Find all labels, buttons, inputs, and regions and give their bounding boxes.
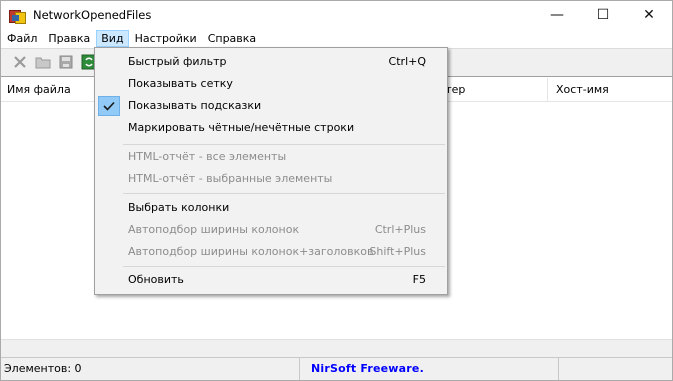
menu-item-autosize-columns-headers[interactable]: Автоподбор ширины колонок+заголовков Shi…	[96, 241, 446, 263]
maximize-icon: ☐	[596, 7, 610, 23]
menu-item-html-report-all[interactable]: HTML-отчёт - все элементы	[96, 146, 446, 168]
minimize-icon: —	[550, 7, 564, 23]
menu-item-choose-columns[interactable]: Выбрать колонки	[96, 197, 446, 219]
menu-file[interactable]: Файл	[2, 30, 42, 47]
minimize-button[interactable]: —	[534, 1, 580, 29]
menu-item-html-report-selected[interactable]: HTML-отчёт - выбранные элементы	[96, 168, 446, 190]
open-folder-icon[interactable]	[35, 54, 51, 70]
window-title: NetworkOpenedFiles	[33, 8, 152, 22]
app-icon	[9, 7, 26, 24]
menu-view[interactable]: Вид	[96, 29, 129, 47]
delete-icon[interactable]	[12, 54, 28, 70]
nirsoft-link[interactable]: NirSoft Freeware. http://www.nirsoft.net	[300, 358, 559, 380]
menu-help[interactable]: Справка	[203, 30, 261, 47]
status-count: Элементов: 0	[1, 358, 300, 380]
menu-item-quick-filter[interactable]: Быстрый фильтр Ctrl+Q	[96, 51, 446, 73]
checkmark-icon	[98, 96, 120, 116]
status-bar: Элементов: 0 NirSoft Freeware. http://ww…	[1, 357, 672, 380]
menu-item-show-tooltips[interactable]: Показывать подсказки	[96, 95, 446, 117]
menu-bar: Файл Правка Вид Настройки Справка	[1, 29, 672, 47]
app-window: NetworkOpenedFiles — ☐ ✕ Файл Правка Вид…	[0, 0, 673, 381]
menu-separator	[123, 144, 445, 145]
close-icon: ✕	[643, 7, 655, 23]
menu-edit[interactable]: Правка	[43, 30, 95, 47]
horizontal-scrollbar[interactable]	[1, 339, 672, 357]
maximize-button[interactable]: ☐	[580, 1, 626, 29]
menu-separator	[123, 266, 445, 267]
close-button[interactable]: ✕	[626, 1, 672, 29]
save-icon[interactable]	[58, 54, 74, 70]
column-header-hostname[interactable]: Хост-имя	[550, 78, 672, 101]
menu-settings[interactable]: Настройки	[130, 30, 202, 47]
menu-item-mark-odd-even[interactable]: Маркировать чётные/нечётные строки	[96, 117, 446, 139]
menu-item-show-grid[interactable]: Показывать сетку	[96, 73, 446, 95]
menu-item-refresh[interactable]: Обновить F5	[96, 269, 446, 291]
view-menu-dropdown: Быстрый фильтр Ctrl+Q Показывать сетку П…	[94, 47, 448, 295]
menu-separator	[123, 193, 445, 194]
title-bar[interactable]: NetworkOpenedFiles — ☐ ✕	[1, 1, 672, 29]
menu-item-autosize-columns[interactable]: Автоподбор ширины колонок Ctrl+Plus	[96, 219, 446, 241]
